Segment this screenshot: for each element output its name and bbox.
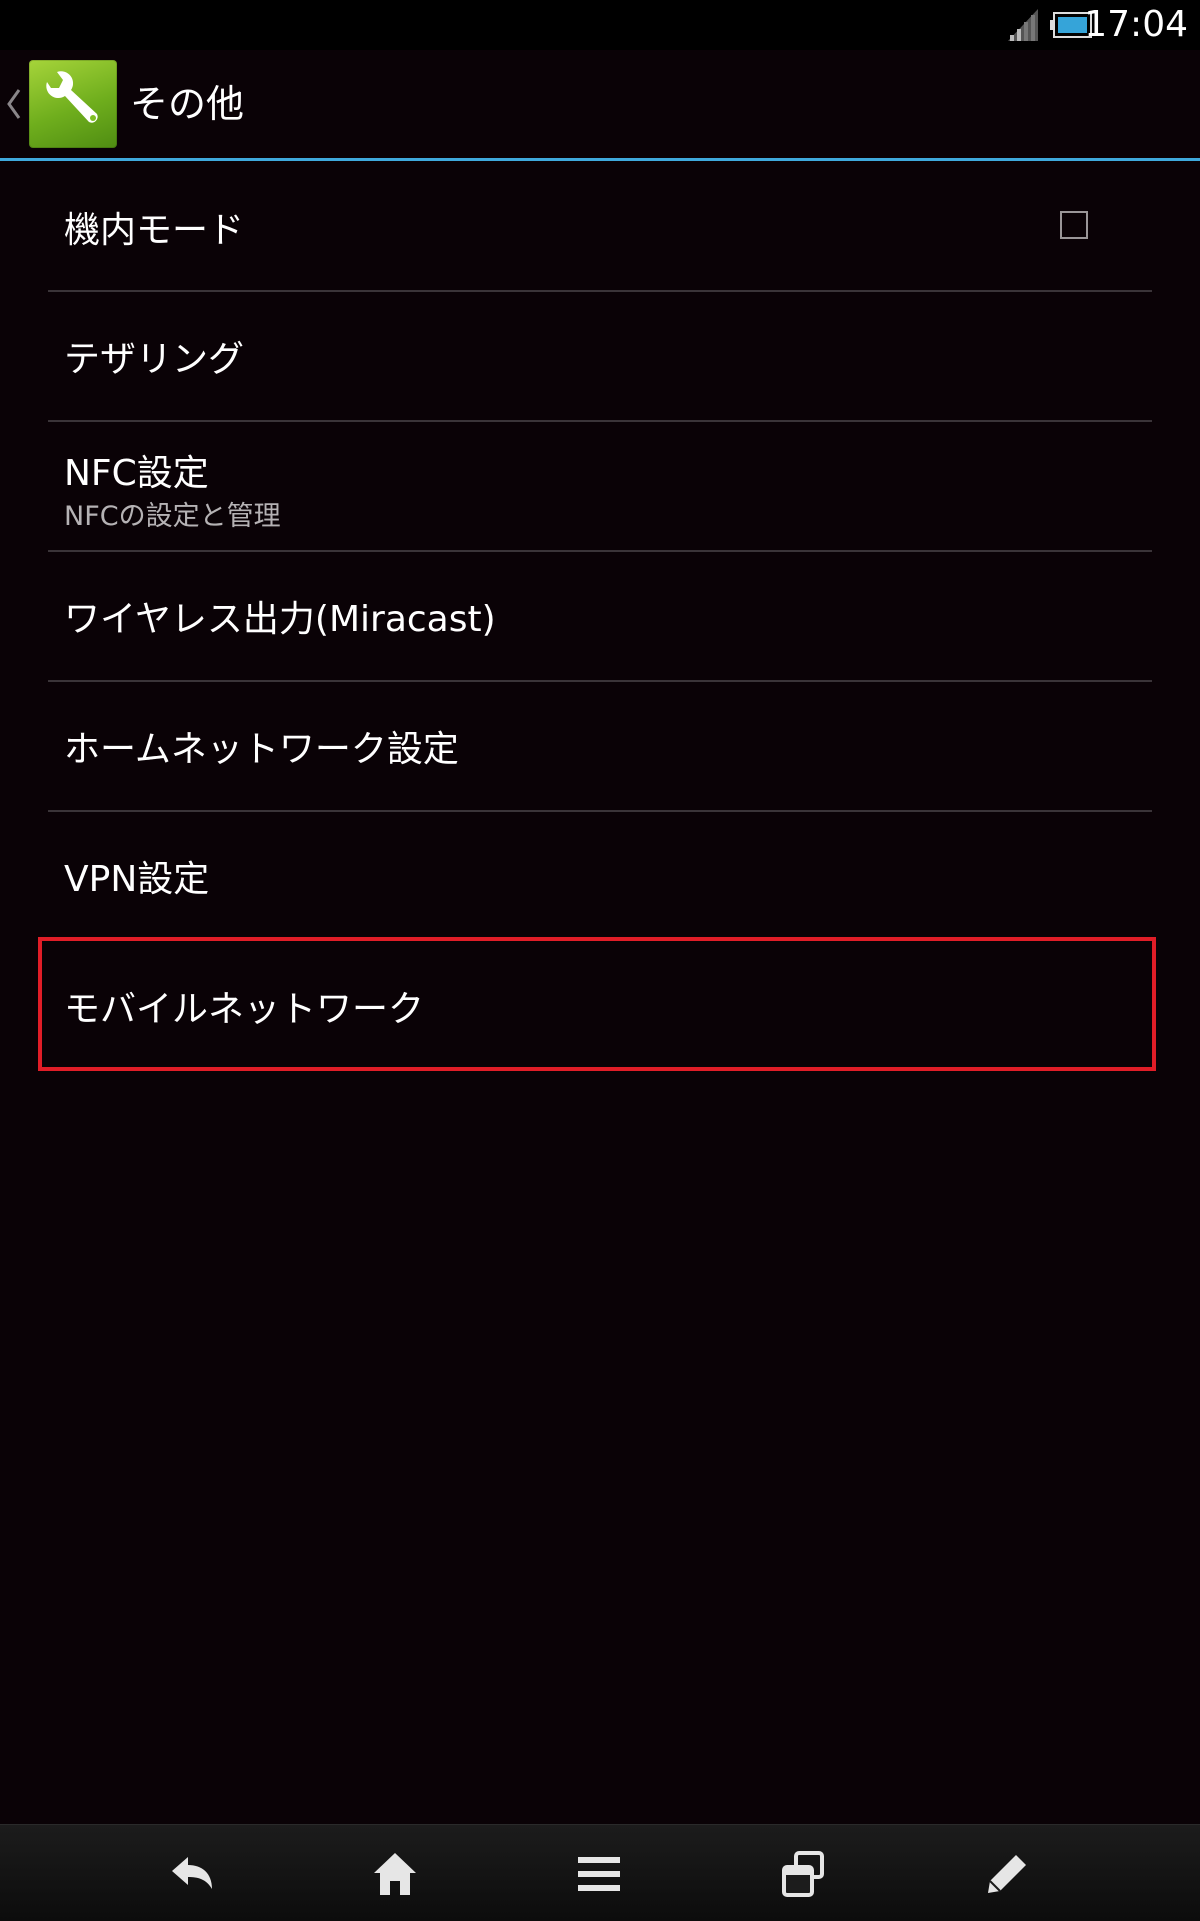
airplane-mode-row[interactable]: 機内モード — [48, 161, 1152, 291]
home-network-row[interactable]: ホームネットワーク設定 — [48, 682, 1152, 812]
menu-icon[interactable] — [574, 1849, 624, 1899]
back-icon[interactable] — [168, 1849, 218, 1899]
wireless-output-title: ワイヤレス出力(Miracast) — [64, 599, 496, 640]
nfc-settings-summary: NFCの設定と管理 — [64, 501, 281, 532]
airplane-mode-checkbox[interactable] — [1060, 211, 1088, 239]
nfc-settings-title: NFC設定 — [64, 453, 209, 494]
home-icon[interactable] — [370, 1849, 420, 1899]
vpn-settings-title: VPN設定 — [64, 859, 210, 900]
airplane-mode-title: 機内モード — [64, 210, 245, 251]
wireless-output-row[interactable]: ワイヤレス出力(Miracast) — [48, 552, 1152, 682]
tethering-title: テザリング — [64, 339, 245, 380]
highlight-box — [38, 937, 1156, 1071]
tethering-row[interactable]: テザリング — [48, 292, 1152, 422]
chevron-left-icon[interactable] — [6, 86, 22, 122]
vpn-settings-row[interactable]: VPN設定 — [48, 812, 1152, 942]
recent-apps-icon[interactable] — [778, 1849, 828, 1899]
status-bar: 17:04 — [0, 0, 1200, 50]
pen-icon[interactable] — [982, 1849, 1032, 1899]
wrench-icon[interactable] — [29, 60, 117, 148]
nav-bar — [0, 1824, 1200, 1921]
page-title: その他 — [130, 82, 245, 126]
signal-icon — [1008, 9, 1038, 41]
status-time: 17:04 — [1084, 4, 1188, 45]
nfc-settings-row[interactable]: NFC設定 NFCの設定と管理 — [48, 422, 1152, 552]
home-network-title: ホームネットワーク設定 — [64, 729, 459, 770]
